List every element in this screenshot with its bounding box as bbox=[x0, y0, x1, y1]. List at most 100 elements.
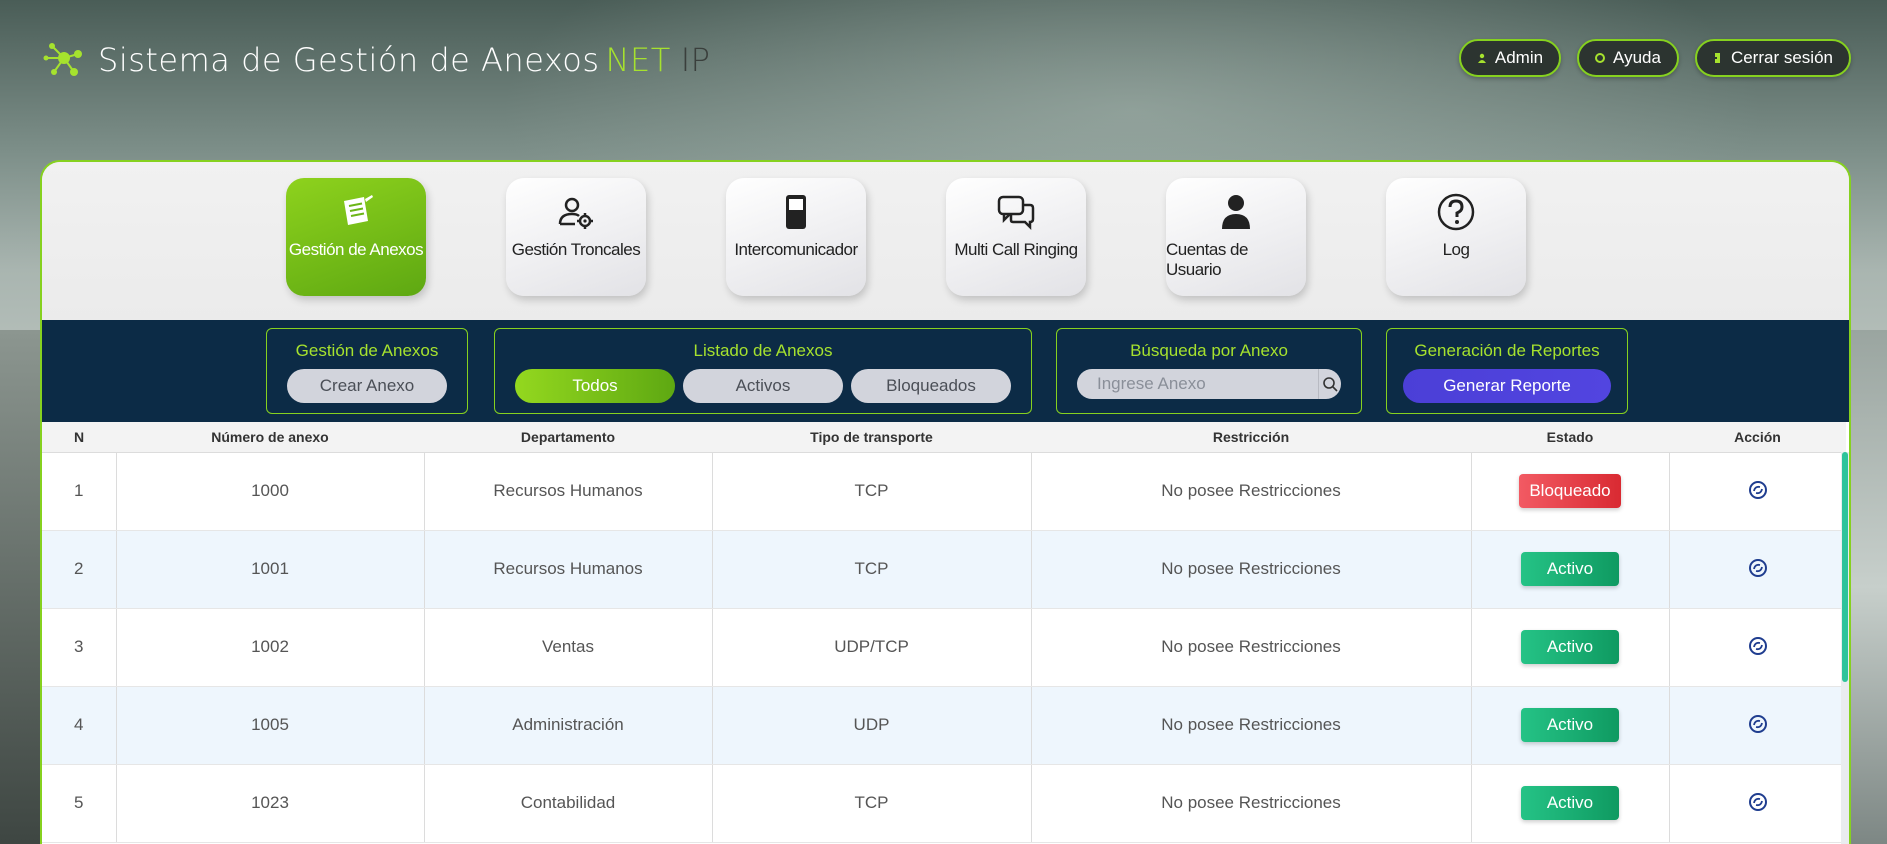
nav-tile-gestion-troncales[interactable]: Gestión Troncales bbox=[506, 178, 646, 296]
cell-n: 3 bbox=[42, 608, 117, 687]
group-reportes: Generación de Reportes Generar Reporte bbox=[1386, 328, 1628, 414]
cell-action bbox=[1669, 530, 1846, 609]
module-nav: Gestión de Anexos Gestión Troncales Inte… bbox=[42, 162, 1849, 320]
cell-department: Administración bbox=[424, 686, 713, 765]
create-anexo-button[interactable]: Crear Anexo bbox=[287, 369, 447, 403]
nav-tile-cuentas-usuario[interactable]: Cuentas de Usuario bbox=[1166, 178, 1306, 296]
cell-number: 1001 bbox=[116, 530, 425, 609]
help-label: Ayuda bbox=[1613, 48, 1661, 67]
nav-tile-multi-call-ringing[interactable]: Multi Call Ringing bbox=[946, 178, 1086, 296]
nav-tile-intercomunicador[interactable]: Intercomunicador bbox=[726, 178, 866, 296]
scrollbar-thumb[interactable] bbox=[1842, 452, 1848, 682]
nav-tile-label: Intercomunicador bbox=[734, 240, 858, 259]
cell-action bbox=[1669, 764, 1846, 843]
cell-n: 1 bbox=[42, 452, 117, 531]
cell-status: Activo bbox=[1471, 530, 1670, 609]
cell-number: 1005 bbox=[116, 686, 425, 765]
column-header[interactable]: Número de anexo bbox=[116, 422, 424, 453]
app-title-main: Sistema de Gestión de Anexos bbox=[98, 41, 600, 79]
search-box bbox=[1077, 369, 1341, 399]
nav-tile-gestion-anexos[interactable]: Gestión de Anexos bbox=[286, 178, 426, 296]
cell-department: Recursos Humanos bbox=[424, 452, 713, 531]
toggle-status-button[interactable] bbox=[1746, 712, 1770, 736]
user-icon bbox=[1216, 192, 1256, 232]
cell-restriction: No posee Restricciones bbox=[1031, 530, 1472, 609]
cell-status: Activo bbox=[1471, 764, 1670, 843]
nav-tile-label: Multi Call Ringing bbox=[954, 240, 1078, 259]
status-badge: Activo bbox=[1521, 552, 1619, 586]
filter-pills: Todos Activos Bloqueados bbox=[515, 369, 1011, 403]
table-row: 2 1001 Recursos Humanos TCP No posee Res… bbox=[42, 530, 1846, 609]
group-listado-anexos: Listado de Anexos Todos Activos Bloquead… bbox=[494, 328, 1032, 414]
generate-report-button[interactable]: Generar Reporte bbox=[1403, 369, 1611, 403]
toggle-status-button[interactable] bbox=[1746, 556, 1770, 580]
table-row: 5 1023 Contabilidad TCP No posee Restric… bbox=[42, 764, 1846, 843]
nav-tile-label: Cuentas de Usuario bbox=[1166, 240, 1248, 279]
search-button[interactable] bbox=[1318, 369, 1341, 399]
status-badge: Bloqueado bbox=[1519, 474, 1621, 508]
cell-department: Contabilidad bbox=[424, 764, 713, 843]
admin-label: Admin bbox=[1494, 48, 1544, 67]
cell-department: Ventas bbox=[424, 608, 713, 687]
logout-button[interactable]: Cerrar sesión bbox=[1694, 39, 1851, 77]
column-header[interactable]: Departamento bbox=[424, 422, 712, 453]
table-scrollbar[interactable] bbox=[1841, 452, 1849, 844]
table-row: 4 1005 Administración UDP No posee Restr… bbox=[42, 686, 1846, 765]
column-header[interactable]: Tipo de transporte bbox=[712, 422, 1031, 453]
search-input[interactable] bbox=[1077, 369, 1318, 399]
cell-transport: UDP/TCP bbox=[712, 608, 1032, 687]
cell-restriction: No posee Restricciones bbox=[1031, 686, 1472, 765]
cell-transport: TCP bbox=[712, 452, 1032, 531]
cell-n: 2 bbox=[42, 530, 117, 609]
anexos-table: N Número de anexo Departamento Tipo de t… bbox=[42, 422, 1846, 843]
group-title: Gestión de Anexos bbox=[295, 341, 439, 360]
cell-restriction: No posee Restricciones bbox=[1031, 452, 1472, 531]
user-gear-icon bbox=[556, 192, 596, 232]
app-title: Sistema de Gestión de Anexos NET IP bbox=[98, 41, 710, 79]
sync-icon bbox=[1748, 636, 1767, 655]
brand: Sistema de Gestión de Anexos NET IP bbox=[40, 36, 710, 84]
main-panel: Gestión de Anexos Gestión Troncales Inte… bbox=[40, 160, 1851, 844]
column-header[interactable]: Acción bbox=[1669, 422, 1846, 453]
sync-icon bbox=[1748, 792, 1767, 811]
cell-transport: UDP bbox=[712, 686, 1032, 765]
cell-number: 1000 bbox=[116, 452, 425, 531]
filter-todos-button[interactable]: Todos bbox=[515, 369, 675, 403]
toggle-status-button[interactable] bbox=[1746, 790, 1770, 814]
user-small-icon bbox=[1477, 53, 1486, 63]
cell-restriction: No posee Restricciones bbox=[1031, 608, 1472, 687]
cell-department: Recursos Humanos bbox=[424, 530, 713, 609]
toolbar: Gestión de Anexos Crear Anexo Listado de… bbox=[42, 320, 1849, 422]
filter-bloqueados-button[interactable]: Bloqueados bbox=[851, 369, 1011, 403]
app-title-net: NET bbox=[605, 41, 671, 79]
sync-icon bbox=[1748, 558, 1767, 577]
group-gestion-anexos: Gestión de Anexos Crear Anexo bbox=[266, 328, 468, 414]
column-header[interactable]: Restricción bbox=[1031, 422, 1471, 453]
column-header[interactable]: N bbox=[42, 422, 116, 453]
toggle-status-button[interactable] bbox=[1746, 634, 1770, 658]
app-title-ip: IP bbox=[680, 41, 711, 79]
cell-number: 1002 bbox=[116, 608, 425, 687]
cell-action bbox=[1669, 686, 1846, 765]
nav-tile-label: Gestión de Anexos bbox=[288, 240, 424, 259]
chat-bubbles-icon bbox=[996, 192, 1036, 232]
filter-activos-button[interactable]: Activos bbox=[683, 369, 843, 403]
cell-status: Bloqueado bbox=[1471, 452, 1670, 531]
background-right-edge bbox=[1847, 330, 1887, 844]
column-header[interactable]: Estado bbox=[1471, 422, 1669, 453]
toggle-status-button[interactable] bbox=[1746, 478, 1770, 502]
help-button[interactable]: Ayuda bbox=[1577, 39, 1679, 77]
search-icon bbox=[1323, 377, 1338, 392]
cell-status: Activo bbox=[1471, 686, 1670, 765]
cell-number: 1023 bbox=[116, 764, 425, 843]
cell-action bbox=[1669, 452, 1846, 531]
intercom-icon bbox=[776, 192, 816, 232]
nav-tile-log[interactable]: Log bbox=[1386, 178, 1526, 296]
nav-tile-label: Gestión Troncales bbox=[511, 240, 641, 259]
network-logo-icon bbox=[43, 43, 82, 76]
group-title: Generación de Reportes bbox=[1414, 341, 1600, 360]
sync-icon bbox=[1748, 714, 1767, 733]
admin-button[interactable]: Admin bbox=[1458, 39, 1562, 77]
status-badge: Activo bbox=[1521, 786, 1619, 820]
anexos-table-wrap: N Número de anexo Departamento Tipo de t… bbox=[42, 422, 1849, 844]
